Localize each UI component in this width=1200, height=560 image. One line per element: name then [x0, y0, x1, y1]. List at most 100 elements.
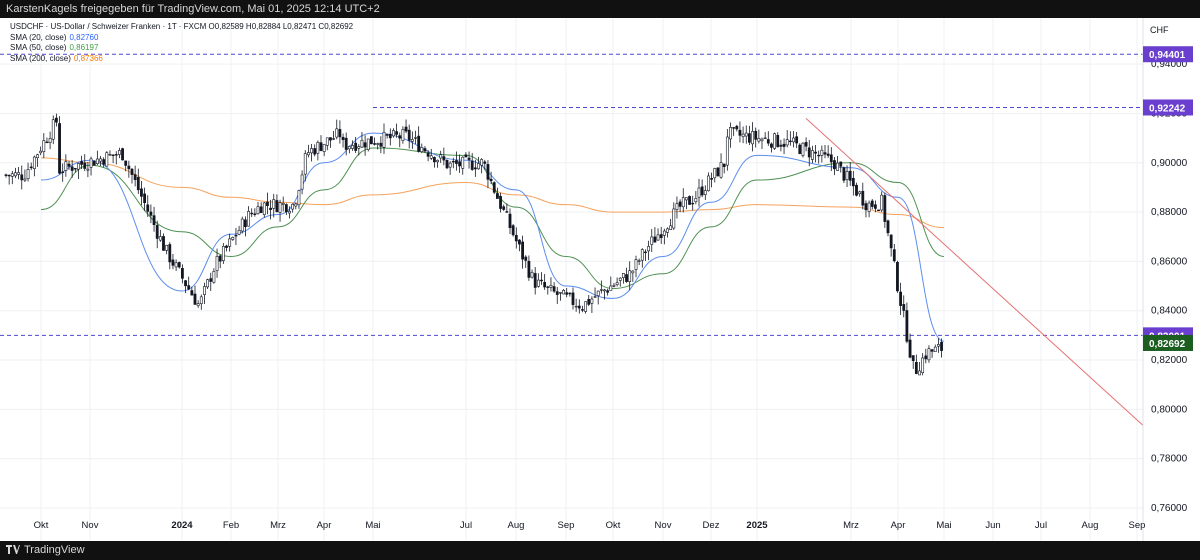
- candle-body: [924, 355, 928, 360]
- candle: [420, 143, 424, 154]
- candle-body: [518, 239, 521, 245]
- candle: [42, 133, 46, 159]
- candle-body: [577, 305, 581, 309]
- candle-body: [940, 341, 943, 351]
- x-tick-label: Mrz: [270, 520, 286, 531]
- candle: [599, 280, 603, 294]
- candle: [278, 199, 282, 222]
- candle: [228, 233, 232, 252]
- candle-body: [275, 200, 279, 213]
- candle-body: [637, 260, 641, 262]
- grid: [0, 18, 1143, 541]
- sma20-label: SMA (20, close): [10, 32, 67, 42]
- y-tick-label: 0,76000: [1151, 503, 1188, 514]
- candle: [86, 162, 90, 178]
- candle: [316, 140, 320, 161]
- chart-area[interactable]: 0,76000 0,78000 0,80000 0,82000 0,84000 0,860…: [0, 18, 1200, 541]
- candle-body: [51, 119, 55, 140]
- candle-body: [423, 148, 427, 152]
- candle: [218, 254, 222, 269]
- candle: [914, 354, 918, 375]
- candle: [647, 240, 651, 261]
- candle: [136, 168, 140, 194]
- candle-body: [492, 182, 496, 193]
- candle: [568, 292, 572, 297]
- x-tick-label: Jun: [985, 520, 1000, 531]
- candle-body: [861, 190, 865, 206]
- price-chart[interactable]: 0,76000 0,78000 0,80000 0,82000 0,84000 0,860…: [0, 18, 1200, 541]
- candle-body: [725, 136, 729, 166]
- candle: [804, 137, 808, 152]
- candle-body: [196, 303, 200, 306]
- candle-body: [357, 146, 361, 149]
- candle: [842, 166, 846, 184]
- candle-body: [744, 132, 748, 137]
- candle-body: [48, 138, 52, 144]
- candle-body: [779, 144, 783, 147]
- candle-body: [322, 144, 326, 152]
- candle: [555, 287, 559, 304]
- candle: [369, 136, 373, 145]
- candle: [486, 160, 490, 189]
- candle-body: [694, 198, 698, 203]
- candle-body: [914, 361, 918, 374]
- candle-body: [177, 262, 181, 268]
- candle: [325, 137, 329, 151]
- candle-body: [552, 286, 556, 292]
- candle-body: [883, 195, 887, 222]
- candle-body: [644, 251, 647, 254]
- candle: [360, 131, 364, 148]
- candle-body: [609, 285, 613, 291]
- candle-body: [489, 178, 493, 182]
- candle-body: [902, 304, 906, 311]
- candle-body: [45, 141, 49, 144]
- candle: [738, 121, 742, 143]
- candle-body: [647, 246, 651, 252]
- candle: [332, 131, 336, 140]
- candle: [244, 216, 247, 237]
- candle-body: [439, 154, 443, 159]
- y-tick-label: 0,90000: [1151, 158, 1188, 169]
- candle-body: [14, 172, 17, 177]
- candle-body: [455, 160, 458, 164]
- x-tick-label: Mai: [936, 520, 951, 531]
- candle: [924, 348, 928, 364]
- candle: [61, 163, 65, 182]
- candle: [502, 204, 506, 211]
- candle: [266, 192, 269, 215]
- candle: [212, 268, 216, 284]
- sma50-legend: SMA (50, close) 0,86197: [10, 43, 353, 54]
- candle-body: [672, 208, 676, 229]
- candle: [672, 202, 676, 231]
- candle: [319, 135, 323, 152]
- candle-body: [612, 285, 616, 287]
- candle-body: [675, 203, 679, 210]
- candle-body: [810, 150, 814, 160]
- candle-body: [814, 151, 817, 154]
- candle-body: [839, 161, 843, 167]
- candle: [933, 344, 937, 352]
- candle-body: [486, 164, 490, 180]
- candle: [864, 200, 868, 218]
- candle-body: [798, 144, 802, 154]
- candle-body: [228, 238, 232, 247]
- candle-body: [867, 202, 871, 212]
- candle-body: [889, 234, 893, 249]
- candle-body: [823, 152, 827, 155]
- candle-body: [461, 156, 465, 169]
- candle: [763, 132, 767, 140]
- candle-body: [842, 167, 846, 181]
- candle: [892, 243, 896, 263]
- candle-body: [707, 175, 710, 192]
- candle-body: [193, 293, 197, 305]
- candle-body: [656, 234, 660, 241]
- candle: [470, 153, 474, 171]
- candle-body: [473, 167, 477, 170]
- chart-screenshot: KarstenKagels freigegeben für TradingVie…: [0, 0, 1200, 560]
- candle: [930, 349, 934, 358]
- candle-body: [804, 142, 808, 147]
- candle: [644, 249, 647, 262]
- candle-body: [363, 142, 367, 148]
- candle: [820, 145, 824, 163]
- candle-body: [253, 213, 257, 215]
